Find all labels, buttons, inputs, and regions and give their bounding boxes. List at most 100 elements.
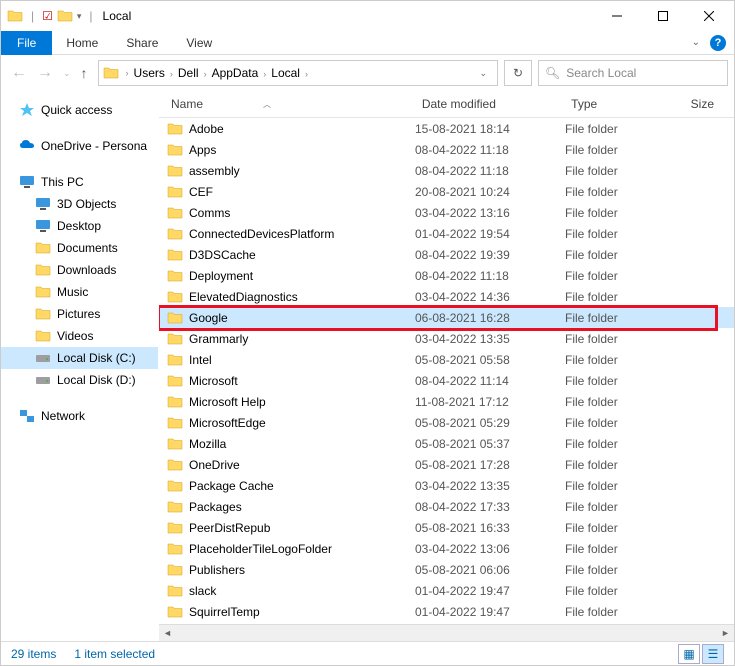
sidebar-item[interactable]: Pictures	[1, 303, 158, 325]
file-row[interactable]: Publishers05-08-2021 06:06File folder	[159, 559, 734, 580]
column-size[interactable]: Size	[683, 95, 734, 113]
folder-icon	[167, 562, 183, 578]
sidebar-network[interactable]: Network	[1, 405, 158, 427]
folder-icon	[167, 310, 183, 326]
breadcrumb-item[interactable]: Dell	[176, 66, 201, 80]
file-row[interactable]: PeerDistRepub05-08-2021 16:33File folder	[159, 517, 734, 538]
view-details-button[interactable]: ☰	[702, 644, 724, 664]
navigation-bar: ← → ⌄ ↑ › Users›Dell›AppData›Local› ⌄ ↻ …	[1, 55, 734, 91]
file-row[interactable]: Package Cache03-04-2022 13:35File folder	[159, 475, 734, 496]
folder-icon	[167, 520, 183, 536]
status-selected: 1 item selected	[74, 647, 155, 661]
minimize-button[interactable]	[594, 1, 640, 31]
history-dropdown[interactable]: ⌄	[63, 68, 71, 79]
column-name[interactable]: Name︿	[159, 95, 414, 113]
folder-icon	[167, 373, 183, 389]
ribbon-tabs: File Home Share View ⌄ ?	[1, 31, 734, 55]
file-row[interactable]: D3DSCache08-04-2022 19:39File folder	[159, 244, 734, 265]
view-tab[interactable]: View	[172, 32, 226, 54]
drive-icon	[35, 284, 51, 300]
chevron-right-icon: ›	[260, 69, 269, 79]
folder-icon	[167, 121, 183, 137]
status-count: 29 items	[11, 647, 56, 661]
file-row[interactable]: Microsoft Help11-08-2021 17:12File folde…	[159, 391, 734, 412]
sidebar-item[interactable]: Videos	[1, 325, 158, 347]
file-row[interactable]: slack01-04-2022 19:47File folder	[159, 580, 734, 601]
horizontal-scrollbar[interactable]: ◄►	[159, 624, 734, 641]
sidebar-quick-access[interactable]: Quick access	[1, 99, 158, 121]
drive-icon	[35, 328, 51, 344]
sidebar-item[interactable]: 3D Objects	[1, 193, 158, 215]
breadcrumb-item[interactable]: AppData	[210, 66, 261, 80]
drive-icon	[35, 240, 51, 256]
file-row[interactable]: Comms03-04-2022 13:16File folder	[159, 202, 734, 223]
sidebar-onedrive[interactable]: OneDrive - Persona	[1, 135, 158, 157]
chevron-right-icon: ›	[201, 69, 210, 79]
column-date[interactable]: Date modified	[414, 95, 563, 113]
drive-icon	[35, 218, 51, 234]
file-row[interactable]: ElevatedDiagnostics03-04-2022 14:36File …	[159, 286, 734, 307]
file-row[interactable]: Grammarly03-04-2022 13:35File folder	[159, 328, 734, 349]
share-tab[interactable]: Share	[112, 32, 172, 54]
maximize-button[interactable]	[640, 1, 686, 31]
folder-icon	[167, 604, 183, 620]
file-row[interactable]: Intel05-08-2021 05:58File folder	[159, 349, 734, 370]
address-dropdown-icon[interactable]: ⌄	[473, 68, 493, 79]
file-row[interactable]: ConnectedDevicesPlatform01-04-2022 19:54…	[159, 223, 734, 244]
sort-indicator-icon: ︿	[263, 99, 271, 110]
file-row[interactable]: Deployment08-04-2022 11:18File folder	[159, 265, 734, 286]
search-input[interactable]: 🔍︎ Search Local	[538, 60, 728, 86]
file-row[interactable]: assembly08-04-2022 11:18File folder	[159, 160, 734, 181]
status-bar: 29 items 1 item selected ▦ ☰	[1, 641, 734, 665]
folder-icon	[167, 226, 183, 242]
sidebar-item[interactable]: Music	[1, 281, 158, 303]
sidebar-item[interactable]: Documents	[1, 237, 158, 259]
file-row[interactable]: Adobe15-08-2021 18:14File folder	[159, 118, 734, 139]
folder-icon	[167, 205, 183, 221]
forward-button[interactable]: →	[37, 64, 53, 82]
file-row[interactable]: MicrosoftEdge05-08-2021 05:29File folder	[159, 412, 734, 433]
drive-icon	[35, 372, 51, 388]
address-bar[interactable]: › Users›Dell›AppData›Local› ⌄	[98, 60, 498, 86]
home-tab[interactable]: Home	[52, 32, 112, 54]
folder-icon	[167, 499, 183, 515]
drive-icon	[35, 306, 51, 322]
column-type[interactable]: Type	[563, 95, 682, 113]
file-row[interactable]: Apps08-04-2022 11:18File folder	[159, 139, 734, 160]
drive-icon	[35, 196, 51, 212]
chevron-right-icon: ›	[167, 69, 176, 79]
qat-check-icon[interactable]: ☑	[42, 9, 53, 23]
folder-icon	[167, 478, 183, 494]
file-row[interactable]: PlaceholderTileLogoFolder03-04-2022 13:0…	[159, 538, 734, 559]
folder-icon	[103, 65, 119, 81]
file-row[interactable]: CEF20-08-2021 10:24File folder	[159, 181, 734, 202]
sidebar-item[interactable]: Desktop	[1, 215, 158, 237]
file-row[interactable]: OneDrive05-08-2021 17:28File folder	[159, 454, 734, 475]
file-row[interactable]: Packages08-04-2022 17:33File folder	[159, 496, 734, 517]
chevron-down-icon[interactable]: ⌄	[692, 37, 700, 48]
view-thumbnails-button[interactable]: ▦	[678, 644, 700, 664]
folder-icon	[167, 247, 183, 263]
chevron-right-icon: ›	[302, 69, 311, 79]
sidebar-item[interactable]: Downloads	[1, 259, 158, 281]
file-row[interactable]: SquirrelTemp01-04-2022 19:47File folder	[159, 601, 734, 622]
folder-icon	[167, 331, 183, 347]
folder-icon	[167, 541, 183, 557]
file-row[interactable]: Google06-08-2021 16:28File folder	[159, 307, 734, 328]
refresh-button[interactable]: ↻	[504, 60, 532, 86]
back-button[interactable]: ←	[11, 64, 27, 82]
file-row[interactable]: Mozilla05-08-2021 05:37File folder	[159, 433, 734, 454]
column-headers[interactable]: Name︿ Date modified Type Size	[159, 91, 734, 118]
sidebar-this-pc[interactable]: This PC	[1, 171, 158, 193]
up-button[interactable]: ↑	[81, 65, 88, 81]
sidebar-item[interactable]: Local Disk (C:)	[1, 347, 158, 369]
file-tab[interactable]: File	[1, 31, 52, 55]
breadcrumb-item[interactable]: Users	[132, 66, 167, 80]
breadcrumb-item[interactable]: Local	[269, 66, 302, 80]
folder-icon	[167, 583, 183, 599]
file-row[interactable]: Microsoft08-04-2022 11:14File folder	[159, 370, 734, 391]
close-button[interactable]	[686, 1, 732, 31]
file-list[interactable]: Adobe15-08-2021 18:14File folderApps08-0…	[159, 118, 734, 624]
sidebar-item[interactable]: Local Disk (D:)	[1, 369, 158, 391]
help-icon[interactable]: ?	[710, 35, 726, 51]
